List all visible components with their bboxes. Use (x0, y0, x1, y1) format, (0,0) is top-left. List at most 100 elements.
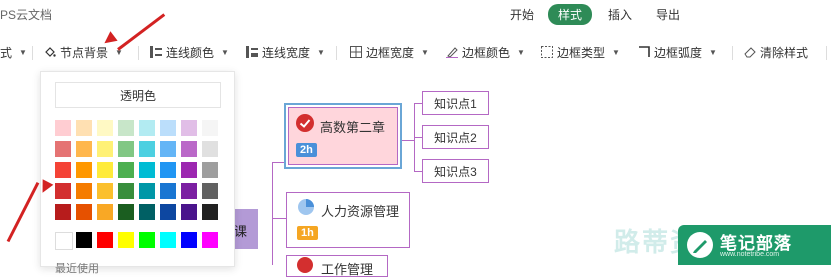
color-swatch[interactable] (202, 204, 218, 220)
style-dropdown[interactable]: 样式 ▼ (0, 43, 27, 61)
basic-color-swatch[interactable] (76, 232, 92, 248)
toolbar: 样式 ▼ 节点背景 ▼ 连线颜色 ▼ 连线宽度 ▼ 边框宽度 (0, 30, 831, 73)
color-swatch[interactable] (181, 120, 197, 136)
color-swatch[interactable] (55, 141, 71, 157)
color-swatch[interactable] (202, 141, 218, 157)
toolbar-divider (732, 46, 733, 60)
color-swatch[interactable] (55, 183, 71, 199)
toolbar-divider (336, 46, 337, 60)
node-background-label: 节点背景 (60, 45, 109, 60)
mindmap-node-work[interactable]: 工作管理 (286, 255, 388, 277)
tab-insert[interactable]: 插入 (608, 6, 632, 23)
brand-badge: 笔记部落 www.notetribe.com (678, 225, 831, 265)
line-color-label: 连线颜色 (166, 45, 215, 60)
line-width-icon (246, 46, 258, 58)
basic-color-swatch[interactable] (160, 232, 176, 248)
border-width-label: 边框宽度 (366, 45, 415, 60)
mindmap-node-hr[interactable]: 人力资源管理 1h (286, 192, 410, 248)
color-swatch[interactable] (55, 120, 71, 136)
corner-icon (639, 46, 650, 57)
tab-style[interactable]: 样式 (548, 4, 593, 25)
color-swatch[interactable] (160, 204, 176, 220)
color-swatch[interactable] (139, 183, 155, 199)
color-swatch[interactable] (76, 183, 92, 199)
chevron-down-icon: ▼ (709, 47, 717, 57)
connector-line (414, 103, 422, 104)
brand-url: www.notetribe.com (720, 251, 780, 258)
connector-line (272, 218, 286, 219)
clear-style-label: 清除样式 (760, 45, 809, 60)
knowledge-point-node[interactable]: 知识点2 (422, 125, 489, 149)
node-label: 人力资源管理 (321, 204, 400, 219)
color-swatch[interactable] (118, 162, 134, 178)
border-width-button[interactable]: 边框宽度 ▼ (350, 43, 429, 61)
tab-start[interactable]: 开始 (510, 6, 534, 23)
chevron-down-icon: ▼ (421, 47, 429, 57)
color-swatch[interactable] (181, 183, 197, 199)
clear-style-button[interactable]: 清除样式 (744, 43, 808, 61)
basic-color-swatch[interactable] (118, 232, 134, 248)
color-swatch[interactable] (97, 204, 113, 220)
color-swatch[interactable] (118, 204, 134, 220)
dashed-square-icon (541, 46, 553, 58)
border-type-button[interactable]: 边框类型 ▼ (541, 43, 620, 61)
color-swatch[interactable] (160, 183, 176, 199)
tab-export[interactable]: 导出 (656, 6, 680, 23)
basic-color-swatch[interactable] (97, 232, 113, 248)
chevron-down-icon: ▼ (612, 47, 620, 57)
color-swatch[interactable] (181, 162, 197, 178)
color-swatch[interactable] (76, 120, 92, 136)
border-radius-button[interactable]: 边框弧度 ▼ (638, 43, 717, 61)
color-swatch[interactable] (55, 204, 71, 220)
root-node-label: 课 (234, 224, 248, 239)
border-color-button[interactable]: 边框颜色 ▼ (446, 43, 525, 61)
color-swatch[interactable] (202, 162, 218, 178)
transparent-color-button[interactable]: 透明色 (55, 82, 221, 108)
chevron-down-icon: ▼ (221, 47, 229, 57)
pen-icon (446, 47, 458, 58)
color-swatch[interactable] (139, 141, 155, 157)
color-swatch[interactable] (118, 141, 134, 157)
node-label: 高数第二章 (320, 120, 386, 135)
color-swatch[interactable] (160, 141, 176, 157)
color-swatch[interactable] (97, 162, 113, 178)
color-swatch[interactable] (76, 162, 92, 178)
connector-line (414, 137, 422, 138)
basic-color-swatch[interactable] (202, 232, 218, 248)
eraser-icon (744, 47, 756, 58)
paint-bucket-icon (45, 47, 56, 57)
basic-color-swatch[interactable] (139, 232, 155, 248)
color-swatch[interactable] (118, 120, 134, 136)
color-swatch[interactable] (76, 141, 92, 157)
color-swatch[interactable] (97, 141, 113, 157)
color-swatch[interactable] (202, 120, 218, 136)
color-swatch[interactable] (139, 204, 155, 220)
color-swatch[interactable] (139, 120, 155, 136)
color-swatch[interactable] (118, 183, 134, 199)
pencil-icon (687, 232, 713, 258)
color-swatch[interactable] (97, 183, 113, 199)
time-badge: 1h (297, 226, 318, 240)
color-swatch[interactable] (181, 204, 197, 220)
color-swatch[interactable] (55, 162, 71, 178)
color-swatch[interactable] (97, 120, 113, 136)
node-background-dropdown: 透明色 最近使用 (40, 71, 235, 275)
knowledge-point-node[interactable]: 知识点1 (422, 91, 489, 115)
color-swatch[interactable] (160, 162, 176, 178)
basic-color-swatch[interactable] (181, 232, 197, 248)
time-badge: 2h (296, 143, 317, 157)
mindmap-node-calculus[interactable]: 高数第二章 2h (284, 103, 402, 169)
line-width-button[interactable]: 连线宽度 ▼ (246, 43, 325, 61)
line-color-button[interactable]: 连线颜色 ▼ (150, 43, 229, 61)
recent-colors-label: 最近使用 (55, 263, 99, 275)
knowledge-point-node[interactable]: 知识点3 (422, 159, 489, 183)
basic-color-swatch[interactable] (55, 232, 73, 250)
color-swatch[interactable] (76, 204, 92, 220)
color-swatch[interactable] (202, 183, 218, 199)
toolbar-divider (32, 46, 33, 60)
check-circle-icon (296, 114, 314, 132)
color-swatch[interactable] (160, 120, 176, 136)
color-swatch[interactable] (139, 162, 155, 178)
quarter-pie-icon (298, 199, 314, 215)
color-swatch[interactable] (181, 141, 197, 157)
